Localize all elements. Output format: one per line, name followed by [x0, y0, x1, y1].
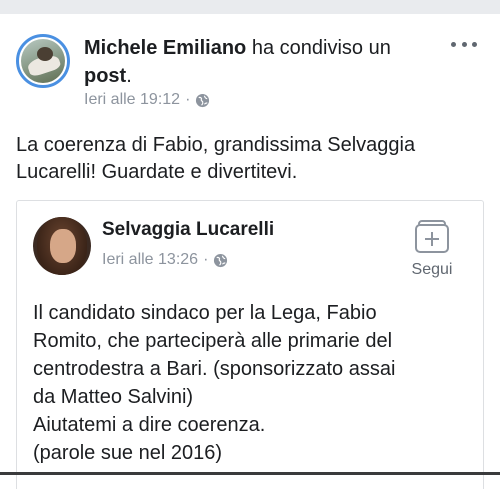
feed-post: Michele Emiliano ha condiviso un post. I…	[0, 14, 500, 489]
follow-button[interactable]: Segui	[402, 217, 462, 287]
top-separator	[0, 0, 500, 14]
shared-post-link[interactable]: post	[84, 65, 126, 87]
meta-separator: ·	[185, 91, 191, 108]
shared-meta-separator: ·	[203, 251, 209, 268]
avatar-face	[50, 229, 76, 263]
shared-text-line: centrodestra a Bari. (sponsorizzato assa…	[33, 358, 396, 380]
shared-timestamp[interactable]: Ieri alle 13:26	[102, 251, 198, 269]
shared-text-line: Il candidato sindaco per la Lega, Fabio	[33, 302, 377, 324]
author-avatar[interactable]	[16, 34, 70, 88]
more-dot	[451, 41, 456, 47]
author-name[interactable]: Michele Emiliano	[84, 37, 246, 59]
shared-author-avatar[interactable]	[33, 217, 91, 275]
shared-text-line: (parole sue nel 2016)	[33, 442, 223, 464]
share-action-text: ha condiviso un	[251, 37, 391, 59]
post-meta: Ieri alle 19:12 ·	[84, 91, 210, 109]
shared-author-name[interactable]: Selvaggia Lucarelli	[102, 219, 274, 241]
shared-text-line: Aiutatemi a dire coerenza.	[33, 414, 266, 436]
follow-icon	[415, 220, 449, 253]
globe-icon[interactable]	[195, 93, 210, 108]
post-text: La coerenza di Fabio, grandissima Selvag…	[16, 134, 416, 183]
globe-icon[interactable]	[213, 253, 228, 268]
shared-text-line: Romito, che parteciperà alle primarie de…	[33, 330, 393, 352]
more-dot	[472, 41, 477, 47]
shared-post-meta: Ieri alle 13:26 ·	[102, 251, 228, 269]
shared-text-line: da Matteo Salvini)	[33, 386, 194, 408]
author-photo	[21, 39, 65, 83]
more-dot	[461, 41, 467, 47]
follow-label: Segui	[411, 261, 453, 278]
post-timestamp[interactable]: Ieri alle 19:12	[84, 91, 180, 109]
header-punct: .	[126, 65, 132, 87]
shared-post-text: Il candidato sindaco per la Lega, Fabio …	[33, 299, 473, 467]
more-options-icon[interactable]	[451, 39, 477, 49]
shared-post-card[interactable]: Selvaggia Lucarelli Ieri alle 13:26 · Se…	[16, 200, 484, 489]
post-header: Michele Emiliano ha condiviso un post.	[84, 34, 444, 90]
